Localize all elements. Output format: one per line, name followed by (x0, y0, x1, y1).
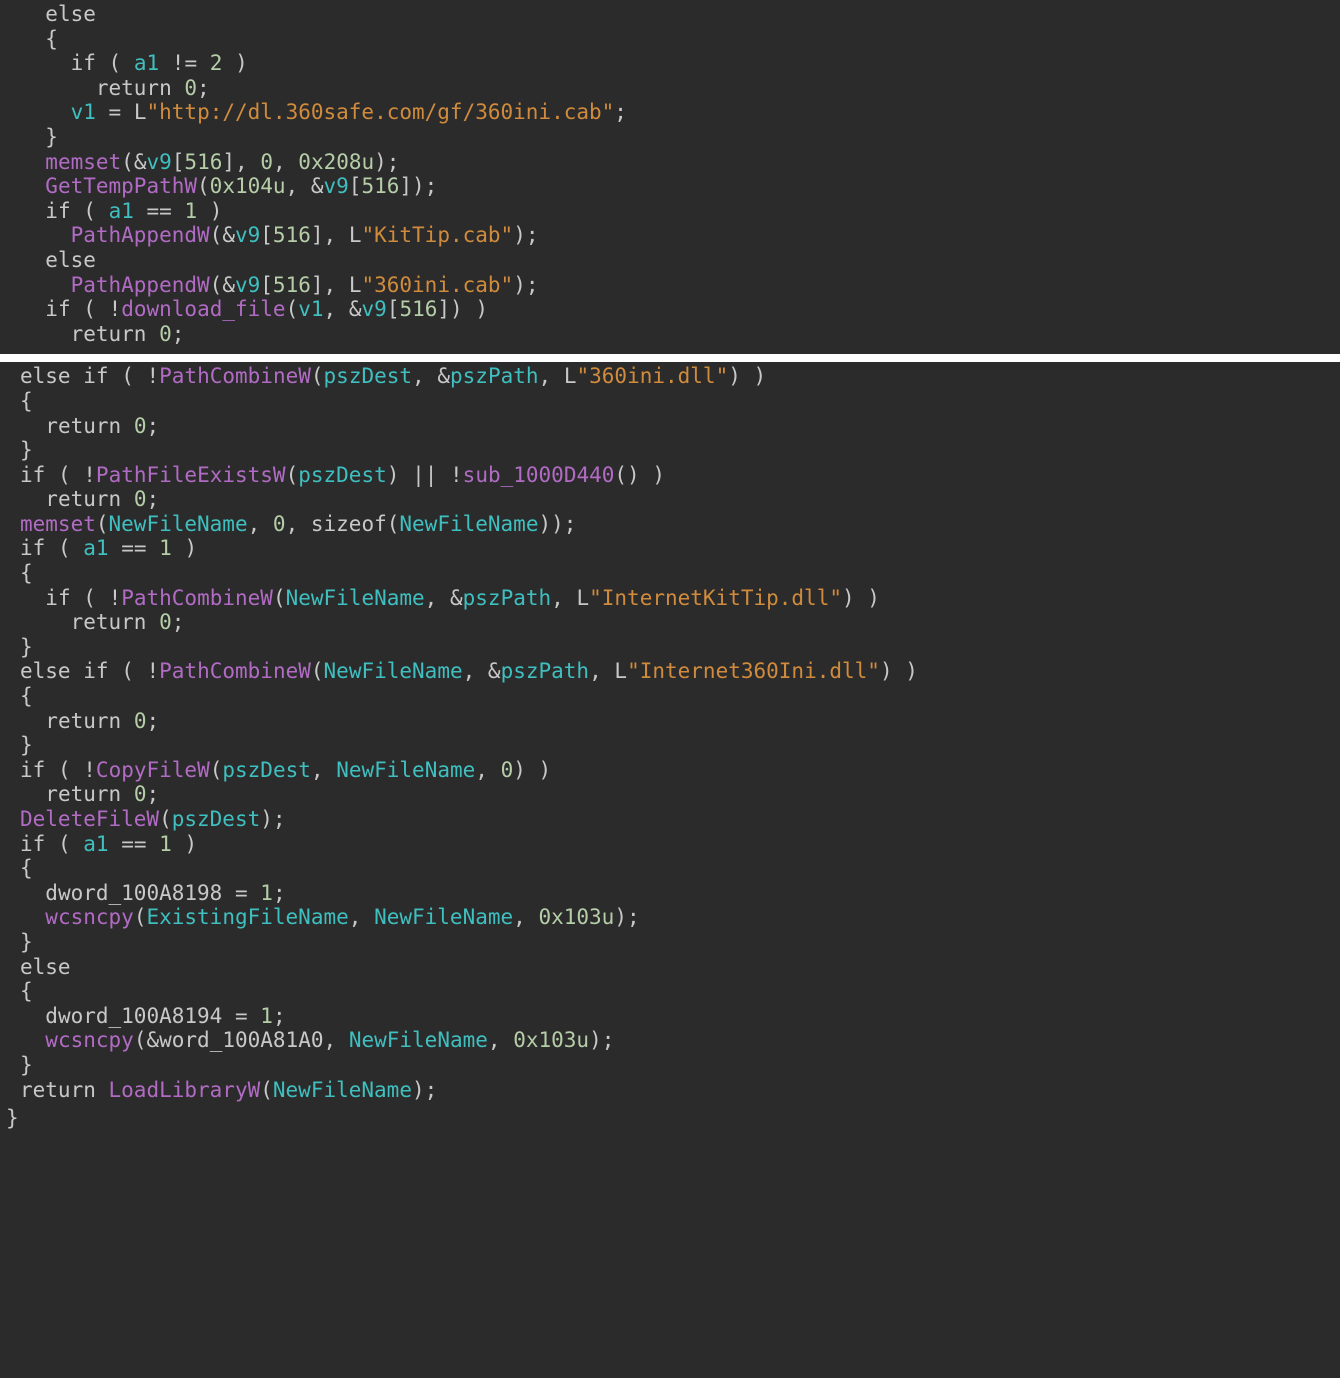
str-360inidll: "360ini.dll" (577, 364, 729, 388)
brace-close: } (45, 125, 58, 149)
var-a1: a1 (134, 51, 159, 75)
code-panel-1: else { if ( a1 != 2 ) return 0; v1 = L"h… (0, 0, 1340, 354)
var-existingfilename: ExistingFileName (146, 905, 348, 929)
str-url: "http://dl.360safe.com/gf/360ini.cab" (147, 100, 615, 124)
var-newfilename: NewFileName (109, 512, 248, 536)
fn-pathappendw: PathAppendW (71, 223, 210, 247)
separator (0, 354, 1340, 362)
wide-prefix: L (564, 364, 577, 388)
hex-104u: 0x104u (210, 174, 286, 198)
kw-else: else (45, 2, 96, 26)
hex-208u: 0x208u (298, 150, 374, 174)
kw-sizeof: sizeof (311, 512, 387, 536)
var-v1: v1 (71, 100, 96, 124)
code-block-2: else if ( !PathCombineW(pszDest, &pszPat… (0, 362, 1340, 1104)
fn-pathcombinew: PathCombineW (159, 364, 311, 388)
var-pszpath: pszPath (450, 364, 539, 388)
var-pszdest: pszDest (324, 364, 413, 388)
fn-loadlibraryw: LoadLibraryW (109, 1078, 261, 1102)
var-a1: a1 (83, 536, 108, 560)
str-internet360ini: "Internet360Ini.dll" (627, 659, 880, 683)
kw-return: return (96, 76, 172, 100)
fn-wcsncpy: wcsncpy (45, 905, 134, 929)
closing-brace: } (0, 1104, 1340, 1133)
fn-deletefilew: DeleteFileW (20, 807, 159, 831)
code-panel-2: else if ( !PathCombineW(pszDest, &pszPat… (0, 362, 1340, 1138)
fn-pathfileexistsw: PathFileExistsW (96, 463, 286, 487)
num-2: 2 (210, 51, 223, 75)
brace-open: { (45, 27, 58, 51)
hex-103u: 0x103u (538, 905, 614, 929)
idx-516: 516 (184, 150, 222, 174)
num-1: 1 (184, 199, 197, 223)
global-dword194: dword_100A8194 (45, 1004, 222, 1028)
str-kittip: "KitTip.cab" (361, 223, 513, 247)
kw-if: if (71, 51, 96, 75)
str-360ini: "360ini.cab" (361, 273, 513, 297)
str-internetkittip: "InternetKitTip.dll" (589, 586, 842, 610)
fn-sub1000d440: sub_1000D440 (463, 463, 615, 487)
kw-else-if: else (20, 364, 71, 388)
wide-prefix: L (134, 100, 147, 124)
var-v9: v9 (146, 150, 171, 174)
num-0: 0 (184, 76, 197, 100)
fn-copyfilew: CopyFileW (96, 758, 210, 782)
fn-download-file: download_file (121, 297, 285, 321)
global-word100a81a0: word_100A81A0 (159, 1028, 323, 1052)
global-dword198: dword_100A8198 (45, 881, 222, 905)
fn-gettemppathw: GetTempPathW (45, 174, 197, 198)
fn-memset: memset (45, 150, 121, 174)
code-block-1: else { if ( a1 != 2 ) return 0; v1 = L"h… (0, 0, 1340, 348)
